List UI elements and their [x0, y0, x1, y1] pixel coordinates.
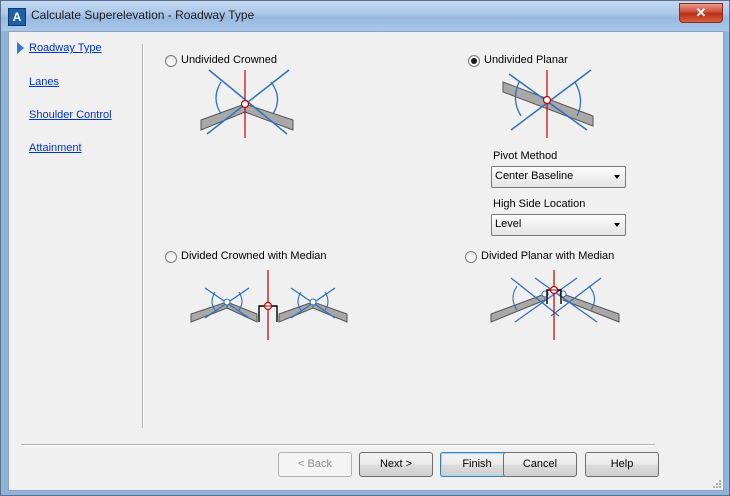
close-button[interactable]: ✕ — [679, 3, 723, 23]
high-side-location-label: High Side Location — [493, 198, 586, 210]
undivided-planar-diagram — [502, 69, 594, 138]
dialog-client: Roadway Type Lanes Shoulder Control Atta… — [8, 31, 724, 491]
button-row-divider — [21, 444, 655, 446]
pivot-method-value: Center Baseline — [495, 170, 574, 182]
nav-item-roadway-type[interactable]: Roadway Type — [29, 42, 102, 54]
current-page-arrow-icon — [17, 42, 24, 54]
autocad-icon: A — [8, 8, 26, 26]
high-side-location-value: Level — [495, 218, 522, 230]
divided-planar-median-radio[interactable] — [465, 251, 477, 263]
dialog-window: A Calculate Superelevation - Roadway Typ… — [0, 0, 730, 496]
undivided-crowned-diagram — [200, 69, 294, 138]
undivided-planar-label[interactable]: Undivided Planar — [484, 54, 568, 66]
divided-crowned-median-label[interactable]: Divided Crowned with Median — [181, 250, 327, 262]
undivided-crowned-radio[interactable] — [165, 55, 177, 67]
resize-grip-icon[interactable] — [712, 479, 722, 489]
pivot-method-dropdown[interactable]: Center Baseline — [491, 166, 626, 188]
divided-crowned-median-radio[interactable] — [165, 251, 177, 263]
pivot-method-label: Pivot Method — [493, 150, 558, 162]
window-title: Calculate Superelevation - Roadway Type — [31, 8, 255, 22]
divided-crowned-median-diagram — [190, 270, 348, 340]
wizard-nav: Roadway Type Lanes Shoulder Control Atta… — [9, 32, 139, 432]
next-button[interactable]: Next > — [359, 452, 433, 477]
high-side-location-dropdown[interactable]: Level — [491, 214, 626, 236]
undivided-planar-radio[interactable] — [468, 55, 480, 67]
divided-planar-median-label[interactable]: Divided Planar with Median — [481, 250, 614, 262]
back-button[interactable]: < Back — [278, 452, 352, 477]
chevron-down-icon — [614, 223, 620, 227]
divided-planar-median-diagram — [490, 270, 620, 340]
cancel-button[interactable]: Cancel — [503, 452, 577, 477]
nav-item-attainment[interactable]: Attainment — [29, 142, 82, 154]
undivided-crowned-label[interactable]: Undivided Crowned — [181, 54, 277, 66]
vertical-divider — [142, 44, 144, 428]
help-button[interactable]: Help — [585, 452, 659, 477]
radio-selected-dot — [471, 58, 477, 64]
nav-item-lanes[interactable]: Lanes — [29, 76, 59, 88]
chevron-down-icon — [614, 175, 620, 179]
nav-item-shoulder-control[interactable]: Shoulder Control — [29, 109, 112, 121]
title-bar[interactable]: A Calculate Superelevation - Roadway Typ… — [1, 1, 729, 31]
